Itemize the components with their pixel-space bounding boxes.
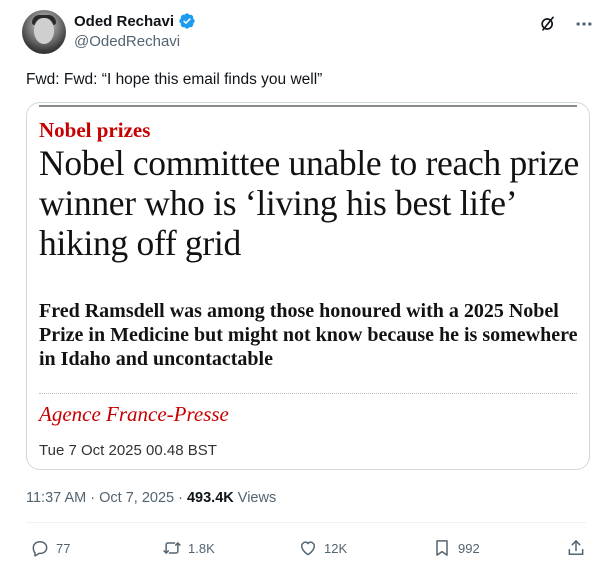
top-actions xyxy=(538,14,594,34)
author-handle[interactable]: @OdedRechavi xyxy=(74,33,180,50)
avatar[interactable] xyxy=(22,10,66,54)
reply-count: 77 xyxy=(56,540,71,556)
share-button[interactable] xyxy=(566,538,586,558)
like-icon xyxy=(301,541,315,556)
tweet-date[interactable]: Oct 7, 2025 xyxy=(99,490,174,506)
card-top-rule xyxy=(39,105,577,107)
article-standfirst: Fred Ramsdell was among those honoured w… xyxy=(39,300,578,370)
bookmark-button[interactable]: 992 xyxy=(432,538,480,558)
verified-badge-icon xyxy=(179,13,195,29)
repost-icon xyxy=(163,542,181,554)
article-kicker: Nobel prizes xyxy=(39,118,151,142)
tweet-time[interactable]: 11:37 AM xyxy=(26,490,86,506)
article-date: Tue 7 Oct 2025 00.48 BST xyxy=(39,442,217,459)
share-icon xyxy=(568,540,584,555)
more-icon[interactable] xyxy=(574,14,594,34)
bookmark-count: 992 xyxy=(458,540,480,556)
bookmark-icon xyxy=(436,540,448,556)
author-row: Oded Rechavi xyxy=(74,12,196,30)
divider xyxy=(26,522,586,523)
reply-icon xyxy=(32,541,48,557)
avatar-face xyxy=(34,18,54,44)
article-byline: Agence France-Presse xyxy=(39,402,229,426)
author-name[interactable]: Oded Rechavi xyxy=(74,13,174,30)
tweet-text: Fwd: Fwd: “I hope this email finds you w… xyxy=(26,71,323,88)
like-count: 12K xyxy=(324,540,348,556)
like-button[interactable]: 12K xyxy=(298,538,347,558)
card-divider xyxy=(39,393,577,394)
article-card[interactable]: Nobel prizes Nobel committee unable to r… xyxy=(26,102,590,470)
repost-button[interactable]: 1.8K xyxy=(162,538,215,558)
meta-separator-2: · xyxy=(178,490,183,506)
views-count: 493.4K xyxy=(186,490,234,506)
views-label: Views xyxy=(237,490,277,506)
repost-count: 1.8K xyxy=(188,540,215,556)
action-bar: 77 1.8K 12K 992 xyxy=(26,538,590,562)
meta-separator: · xyxy=(90,490,96,506)
tweet-meta: 11:37 AM · Oct 7, 2025 · 493.4K Views xyxy=(26,490,276,506)
reply-button[interactable]: 77 xyxy=(30,538,70,558)
article-headline: Nobel committee unable to reach prize wi… xyxy=(39,143,579,263)
grok-icon[interactable] xyxy=(538,14,558,34)
